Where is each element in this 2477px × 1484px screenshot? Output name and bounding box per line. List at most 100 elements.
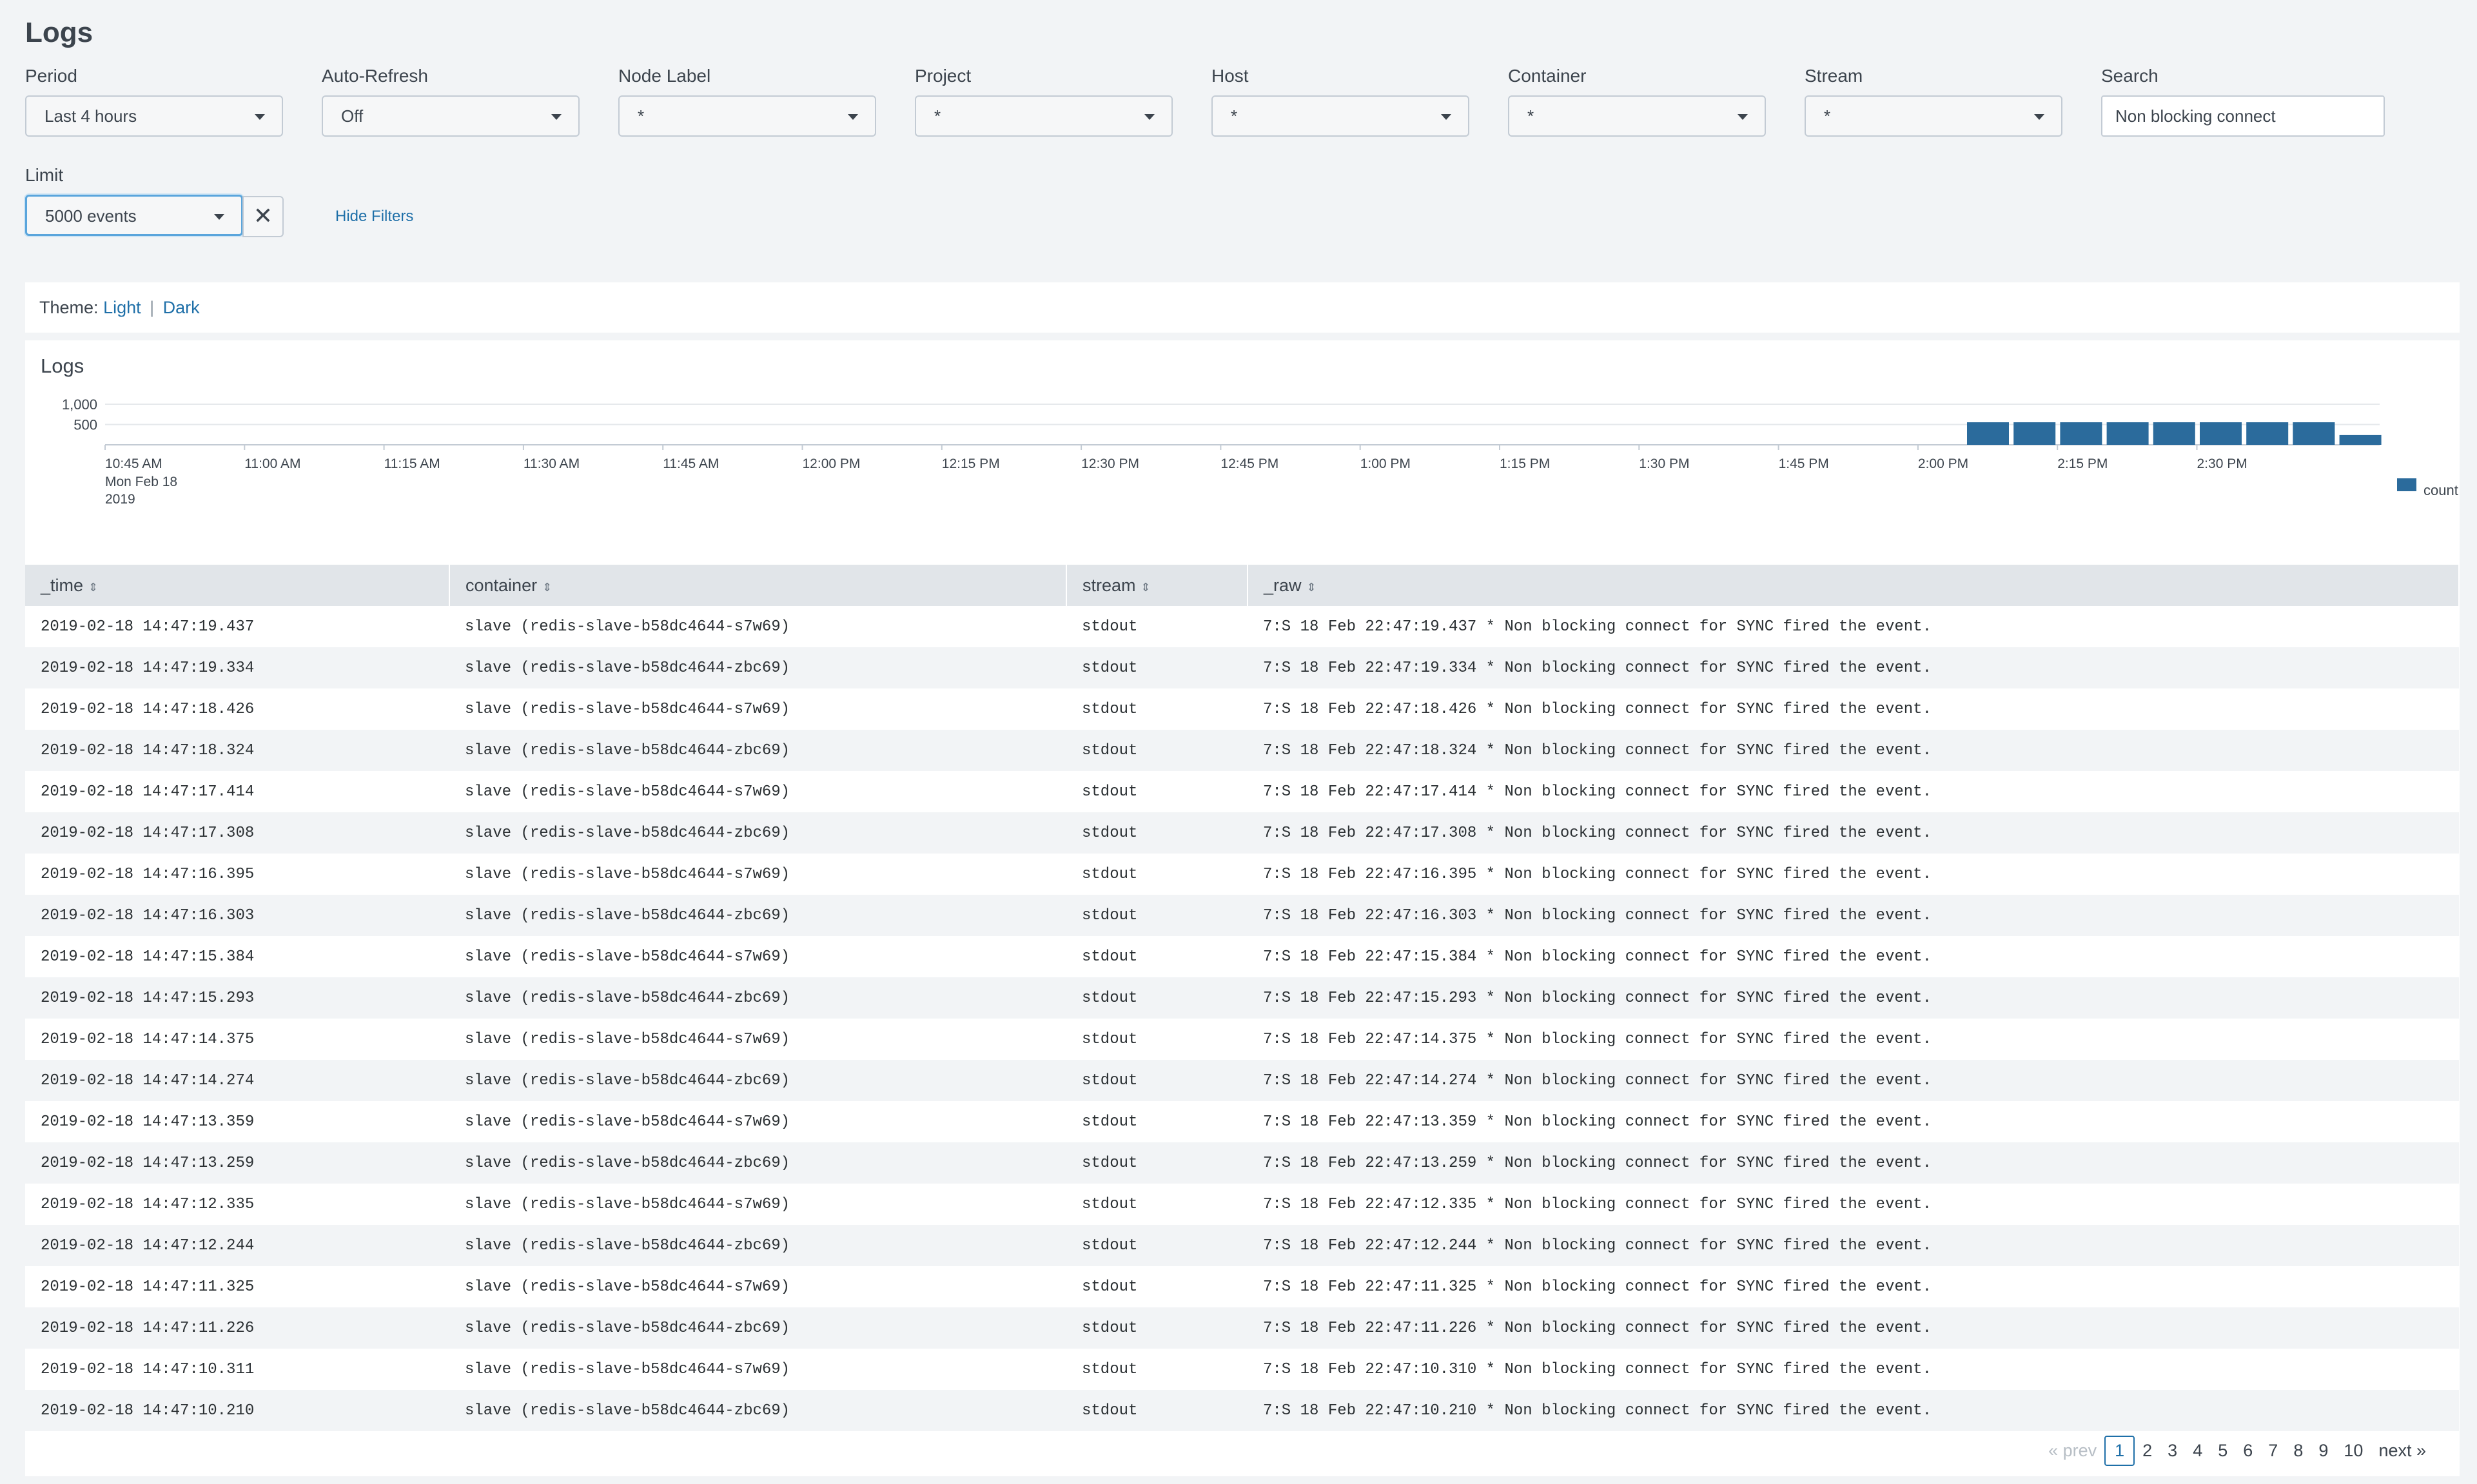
table-row[interactable]: 2019-02-18 14:47:10.210 slave (redis-slav… — [25, 1390, 2459, 1431]
x-tick-label: 1:00 PM — [1360, 456, 1411, 471]
search-input[interactable] — [2101, 95, 2385, 137]
table-row[interactable]: 2019-02-18 14:47:13.359 slave (redis-slav… — [25, 1101, 2459, 1142]
page-link-5[interactable]: 5 — [2210, 1441, 2235, 1461]
table-header-row: _time ⇕ container ⇕ stream ⇕ _raw ⇕ — [25, 565, 2460, 606]
cell-time: 2019-02-18 14:47:12.335 — [25, 1184, 449, 1225]
cell-container: slave (redis-slave-b58dc4644-s7w69) — [449, 936, 1066, 977]
cell-raw: 7:S 18 Feb 22:47:12.335 * Non blocking c… — [1248, 1184, 2459, 1225]
table-row[interactable]: 2019-02-18 14:47:16.303 slave (redis-slav… — [25, 895, 2459, 936]
x-tick-label: 2:30 PM — [2197, 456, 2247, 471]
column-header-label: _raw — [1264, 575, 1302, 595]
project-value: * — [934, 106, 941, 126]
period-dropdown[interactable]: Last 4 hours — [25, 95, 283, 137]
page-link-7[interactable]: 7 — [2260, 1441, 2286, 1461]
node-label-dropdown[interactable]: * — [618, 95, 876, 137]
page-link-1[interactable]: 1 — [2104, 1435, 2135, 1466]
cell-raw: 7:S 18 Feb 22:47:19.437 * Non blocking c… — [1248, 606, 2459, 647]
table-row[interactable]: 2019-02-18 14:47:10.311 slave (redis-slav… — [25, 1349, 2459, 1390]
table-row[interactable]: 2019-02-18 14:47:18.426 slave (redis-slav… — [25, 688, 2459, 730]
column-header-time[interactable]: _time ⇕ — [25, 565, 450, 606]
cell-stream: stdout — [1066, 1142, 1248, 1184]
cell-time: 2019-02-18 14:47:17.308 — [25, 812, 449, 854]
page-title: Logs — [25, 17, 93, 48]
node-label-filter: Node Label * — [618, 66, 876, 137]
table-row[interactable]: 2019-02-18 14:47:12.335 slave (redis-slav… — [25, 1184, 2459, 1225]
column-header-raw[interactable]: _raw ⇕ — [1248, 565, 2460, 606]
x-tick-label: 1:30 PM — [1639, 456, 1689, 471]
cell-stream: stdout — [1066, 606, 1248, 647]
chart-bar — [2060, 422, 2102, 445]
theme-separator: | — [150, 298, 155, 317]
limit-filter: Limit 5000 events — [25, 165, 243, 236]
chart-bar — [2013, 422, 2056, 445]
cell-container: slave (redis-slave-b58dc4644-zbc69) — [449, 977, 1066, 1019]
table-row[interactable]: 2019-02-18 14:47:14.375 slave (redis-slav… — [25, 1019, 2459, 1060]
table-row[interactable]: 2019-02-18 14:47:15.293 slave (redis-slav… — [25, 977, 2459, 1019]
page-link-9[interactable]: 9 — [2311, 1441, 2336, 1461]
host-dropdown[interactable]: * — [1211, 95, 1469, 137]
table-row[interactable]: 2019-02-18 14:47:13.259 slave (redis-slav… — [25, 1142, 2459, 1184]
cell-container: slave (redis-slave-b58dc4644-zbc69) — [449, 647, 1066, 688]
stream-dropdown[interactable]: * — [1805, 95, 2062, 137]
next-page-link[interactable]: next » — [2371, 1441, 2434, 1461]
chart-bar — [2106, 422, 2149, 445]
cell-container: slave (redis-slave-b58dc4644-s7w69) — [449, 1101, 1066, 1142]
limit-dropdown[interactable]: 5000 events — [25, 195, 243, 236]
host-label: Host — [1211, 66, 1249, 86]
cell-container: slave (redis-slave-b58dc4644-s7w69) — [449, 854, 1066, 895]
theme-dark-link[interactable]: Dark — [163, 298, 200, 317]
cell-stream: stdout — [1066, 977, 1248, 1019]
project-dropdown[interactable]: * — [915, 95, 1173, 137]
table-row[interactable]: 2019-02-18 14:47:17.414 slave (redis-slav… — [25, 771, 2459, 812]
table-row[interactable]: 2019-02-18 14:47:18.324 slave (redis-slav… — [25, 730, 2459, 771]
chart-bar — [2246, 422, 2289, 445]
cell-time: 2019-02-18 14:47:15.384 — [25, 936, 449, 977]
cell-stream: stdout — [1066, 1101, 1248, 1142]
cell-container: slave (redis-slave-b58dc4644-zbc69) — [449, 1390, 1066, 1431]
cell-raw: 7:S 18 Feb 22:47:11.226 * Non blocking c… — [1248, 1307, 2459, 1349]
page-link-3[interactable]: 3 — [2160, 1441, 2185, 1461]
table-row[interactable]: 2019-02-18 14:47:19.437 slave (redis-slav… — [25, 606, 2459, 647]
table-row[interactable]: 2019-02-18 14:47:11.226 slave (redis-slav… — [25, 1307, 2459, 1349]
sort-icon: ⇕ — [1306, 580, 1317, 594]
page-link-6[interactable]: 6 — [2235, 1441, 2260, 1461]
theme-light-link[interactable]: Light — [103, 298, 141, 317]
page-link-2[interactable]: 2 — [2135, 1441, 2160, 1461]
table-row[interactable]: 2019-02-18 14:47:12.244 slave (redis-slav… — [25, 1225, 2459, 1266]
table-row[interactable]: 2019-02-18 14:47:11.325 slave (redis-slav… — [25, 1266, 2459, 1307]
prev-page-link[interactable]: « prev — [2041, 1441, 2104, 1461]
page-link-4[interactable]: 4 — [2185, 1441, 2210, 1461]
auto-refresh-dropdown[interactable]: Off — [322, 95, 580, 137]
table-row[interactable]: 2019-02-18 14:47:19.334 slave (redis-slav… — [25, 647, 2459, 688]
hide-filters-link[interactable]: Hide Filters — [335, 208, 413, 226]
x-tick-sublabel: 2019 — [105, 492, 135, 507]
column-header-stream[interactable]: stream ⇕ — [1066, 565, 1248, 606]
table-row[interactable]: 2019-02-18 14:47:16.395 slave (redis-slav… — [25, 854, 2459, 895]
x-tick-label: 2:00 PM — [1918, 456, 1968, 471]
cell-stream: stdout — [1066, 1019, 1248, 1060]
cell-stream: stdout — [1066, 854, 1248, 895]
x-tick-label: 12:00 PM — [803, 456, 861, 471]
chevron-down-icon — [551, 114, 562, 120]
x-tick-label: 2:15 PM — [2057, 456, 2108, 471]
column-header-container[interactable]: container ⇕ — [449, 565, 1067, 606]
x-tick-label: 12:15 PM — [942, 456, 1000, 471]
container-dropdown[interactable]: * — [1508, 95, 1766, 137]
cell-stream: stdout — [1066, 895, 1248, 936]
table-row[interactable]: 2019-02-18 14:47:15.384 slave (redis-slav… — [25, 936, 2459, 977]
container-filter: Container * — [1508, 66, 1766, 137]
chart-bar — [2200, 422, 2242, 445]
table-row[interactable]: 2019-02-18 14:47:17.308 slave (redis-slav… — [25, 812, 2459, 854]
chevron-down-icon — [848, 114, 858, 120]
close-icon: ✕ — [253, 202, 273, 229]
clear-limit-button[interactable]: ✕ — [242, 196, 284, 237]
table-row[interactable]: 2019-02-18 14:47:14.274 slave (redis-slav… — [25, 1060, 2459, 1101]
node-label-label: Node Label — [618, 66, 711, 86]
cell-time: 2019-02-18 14:47:11.226 — [25, 1307, 449, 1349]
page-link-10[interactable]: 10 — [2336, 1441, 2371, 1461]
column-header-label: stream — [1082, 575, 1136, 595]
cell-raw: 7:S 18 Feb 22:47:15.293 * Non blocking c… — [1248, 977, 2459, 1019]
cell-container: slave (redis-slave-b58dc4644-s7w69) — [449, 606, 1066, 647]
node-label-value: * — [638, 106, 645, 126]
page-link-8[interactable]: 8 — [2286, 1441, 2311, 1461]
